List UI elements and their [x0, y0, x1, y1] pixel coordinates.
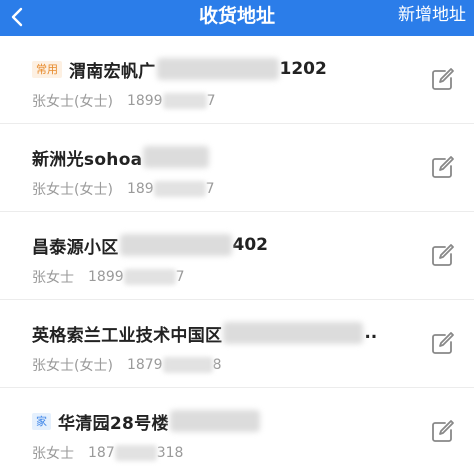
address-text-tail: ..	[364, 323, 378, 343]
address-text: 昌泰源小区	[32, 237, 119, 258]
address-text: 英格索兰工业技术中国区	[32, 325, 223, 346]
address-item[interactable]: 英格索兰工业技术中国区 .. 张女士(女士) 1879 8	[0, 300, 474, 388]
recipient-name: 张女士	[32, 270, 74, 286]
edit-icon	[432, 332, 454, 354]
edit-icon	[432, 420, 454, 442]
redacted-region	[119, 234, 232, 256]
app-header: 收货地址 新增地址	[0, 0, 474, 36]
address-tag: 家	[32, 412, 51, 430]
address-item[interactable]: 新洲光sohoa 张女士(女士) 189 7	[0, 124, 474, 212]
chevron-left-icon	[11, 7, 23, 27]
edit-button[interactable]	[428, 242, 456, 270]
recipient-name: 张女士(女士)	[32, 94, 113, 110]
address-text: 华清园28号楼	[58, 413, 169, 434]
address-item[interactable]: 昌泰源小区 402 张女士 1899 7	[0, 212, 474, 300]
address-item[interactable]: 常用 渭南宏帆广 1202 张女士(女士) 1899 7	[0, 36, 474, 124]
redacted-region	[156, 58, 279, 80]
add-address-button[interactable]: 新增地址	[398, 0, 466, 36]
phone-number-tail: 7	[206, 93, 216, 109]
address-text: 渭南宏帆广	[69, 61, 156, 82]
redacted-region	[123, 269, 176, 285]
edit-button[interactable]	[428, 418, 456, 446]
redacted-region	[153, 181, 206, 197]
address-text: 新洲光sohoa	[32, 149, 143, 170]
edit-button[interactable]	[428, 154, 456, 182]
recipient-name: 张女士(女士)	[32, 358, 113, 374]
redacted-region	[169, 410, 260, 432]
recipient-name: 张女士	[32, 446, 74, 462]
redacted-region	[143, 146, 210, 168]
edit-icon	[432, 68, 454, 90]
phone-number: 1879	[126, 357, 163, 373]
address-list: 常用 渭南宏帆广 1202 张女士(女士) 1899 7 新洲光sohoa 张女…	[0, 36, 474, 475]
phone-number: 189	[126, 181, 154, 197]
redacted-region	[114, 445, 157, 461]
phone-number-tail: 7	[175, 269, 185, 285]
edit-icon	[432, 244, 454, 266]
address-text-tail: 402	[232, 235, 269, 255]
address-text-tail: 1202	[279, 59, 327, 79]
redacted-region	[223, 322, 364, 344]
redacted-region	[162, 93, 207, 109]
phone-number-tail: 7	[205, 181, 215, 197]
address-tag: 常用	[32, 60, 62, 78]
address-item[interactable]: 家 华清园28号楼 张女士 187 318	[0, 388, 474, 475]
phone-number: 1899	[126, 93, 163, 109]
edit-button[interactable]	[428, 330, 456, 358]
back-button[interactable]	[4, 0, 34, 36]
phone-number: 187	[88, 445, 115, 461]
phone-number: 1899	[88, 269, 124, 285]
edit-button[interactable]	[428, 66, 456, 94]
edit-icon	[432, 156, 454, 178]
recipient-name: 张女士(女士)	[32, 182, 113, 198]
redacted-region	[162, 357, 213, 373]
phone-number-tail: 318	[156, 445, 184, 461]
phone-number-tail: 8	[212, 357, 222, 373]
